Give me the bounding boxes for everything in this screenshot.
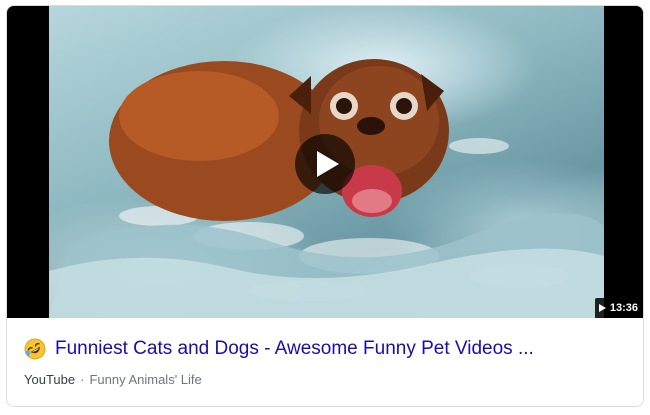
video-source: YouTube [24, 372, 76, 387]
meta-separator: · [80, 372, 85, 387]
video-thumbnail[interactable]: 13:36 [7, 6, 643, 318]
video-meta: YouTube · Funny Animals' Life [24, 372, 202, 387]
play-icon [316, 151, 339, 177]
video-title-row[interactable]: Funniest Cats and Dogs - Awesome Funny P… [24, 338, 634, 360]
duration-text: 13:36 [609, 302, 638, 314]
play-small-icon [598, 304, 606, 312]
video-result-card: 13:36 Funniest Cats and Dogs - Awesome F… [6, 5, 644, 407]
play-button[interactable] [295, 134, 355, 194]
video-title-link[interactable]: Funniest Cats and Dogs - Awesome Funny P… [55, 338, 534, 360]
rolling-on-floor-laughing-emoji-icon [24, 338, 46, 360]
video-channel: Funny Animals' Life [89, 372, 202, 387]
duration-badge: 13:36 [594, 298, 643, 318]
